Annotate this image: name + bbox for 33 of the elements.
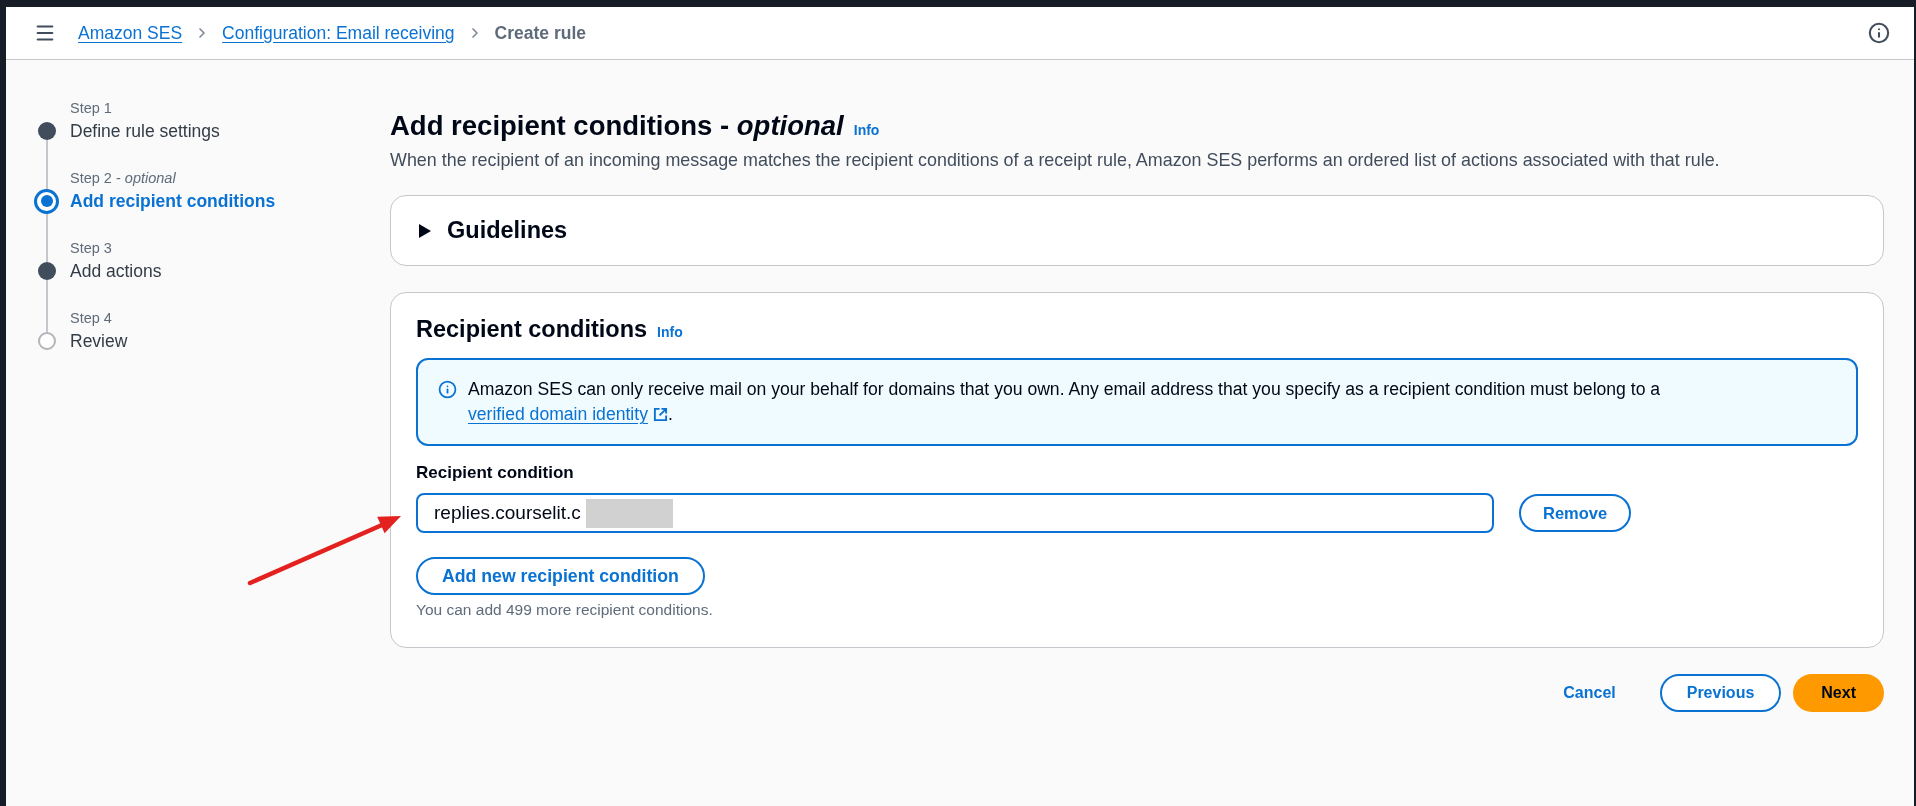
previous-button[interactable]: Previous bbox=[1659, 674, 1782, 712]
guidelines-toggle[interactable]: Guidelines bbox=[419, 212, 568, 249]
step-label: Step 2 - optional bbox=[70, 169, 176, 188]
field-label: Recipient condition bbox=[416, 462, 575, 484]
info-link[interactable]: Info bbox=[853, 120, 880, 141]
step-connector bbox=[45, 140, 48, 192]
alert-message: Amazon SES can only receive mail on your behalf for domains that you own. Any email address that you specify as a recipient condition must belong to a verified domain identity . bbox=[468, 377, 1832, 427]
info-link[interactable]: Info bbox=[657, 322, 683, 343]
step-label: Step 3 bbox=[70, 239, 112, 258]
hint-text: You can add 499 more recipient conditions. bbox=[416, 600, 714, 620]
recipient-condition-input[interactable]: replies.courselit.c bbox=[416, 493, 1494, 533]
step-title[interactable]: Add actions bbox=[70, 258, 162, 284]
page-description: When the recipient of an incoming message matches the recipient conditions of a receipt rule, Amazon SES performs an ordered list of actions associated with that rule. bbox=[390, 149, 1721, 172]
step-title[interactable]: Define rule settings bbox=[70, 118, 220, 144]
step-title[interactable]: Add recipient conditions bbox=[70, 188, 276, 214]
step-label: Step 4 bbox=[70, 309, 112, 328]
verified-domain-link[interactable]: verified domain identity bbox=[468, 402, 668, 427]
breadcrumb-link[interactable]: Amazon SES bbox=[78, 21, 183, 45]
cancel-button[interactable]: Cancel bbox=[1545, 674, 1634, 712]
info-icon[interactable] bbox=[1868, 22, 1890, 44]
step-label: Step 1 bbox=[70, 99, 112, 118]
page-title: Add recipient conditions - optional bbox=[390, 109, 844, 143]
remove-button[interactable]: Remove bbox=[1519, 494, 1632, 532]
next-button[interactable]: Next bbox=[1793, 674, 1884, 712]
add-condition-button[interactable]: Add new recipient condition bbox=[416, 557, 705, 595]
caret-right-icon bbox=[419, 223, 431, 238]
step-title[interactable]: Review bbox=[70, 328, 128, 354]
step-connector bbox=[45, 280, 48, 332]
breadcrumb-current: Create rule bbox=[494, 22, 586, 45]
info-icon bbox=[438, 380, 457, 399]
external-link-icon bbox=[652, 407, 668, 422]
section-title: Recipient conditions bbox=[416, 315, 648, 344]
breadcrumb-link[interactable]: Configuration: Email receiving bbox=[222, 21, 455, 45]
